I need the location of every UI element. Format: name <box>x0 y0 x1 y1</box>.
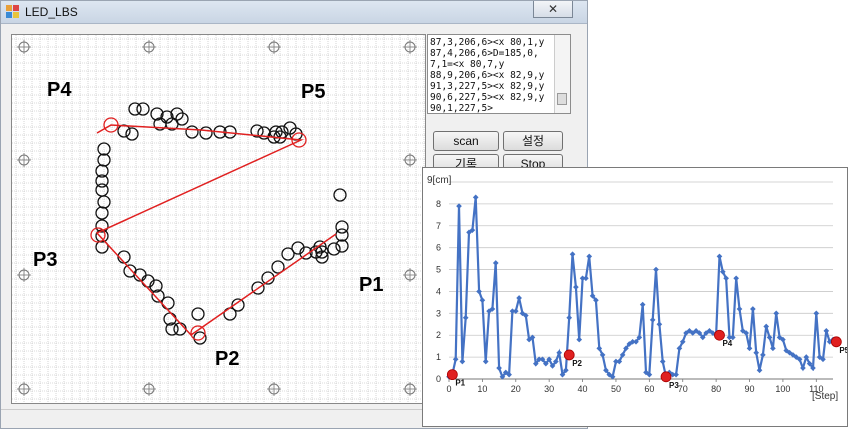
app-icon <box>6 5 19 18</box>
x-tick-label: 40 <box>578 384 588 394</box>
x-tick-label: 90 <box>745 384 755 394</box>
window-title: LED_LBS <box>25 5 78 19</box>
data-point <box>492 260 499 266</box>
data-point <box>773 310 780 317</box>
y-tick-label: 4 <box>436 286 441 296</box>
data-point <box>583 275 589 282</box>
data-point <box>496 365 502 371</box>
waypoint-label: P4 <box>722 339 732 348</box>
title-bar: LED_LBS ✕ <box>1 1 587 24</box>
log-line: 7,1=<x 80,7,y <box>430 59 505 70</box>
data-point <box>823 328 830 334</box>
measurement-circle <box>199 126 213 140</box>
measurement-circle <box>191 307 205 321</box>
data-point <box>653 266 659 273</box>
label-p2: P2 <box>215 348 240 370</box>
data-point <box>770 345 776 352</box>
data-point <box>733 275 739 282</box>
data-point <box>573 284 579 290</box>
data-point <box>576 336 583 343</box>
y-tick-label: 3 <box>436 308 441 318</box>
distance-chart: 0 1 2 3 4 5 6 7 8 0 10 20 30 40 50 60 70 80 90 100 110 9[cm][… <box>422 167 848 427</box>
measurement-circle <box>95 206 109 220</box>
y-tick-label: 2 <box>436 330 441 340</box>
x-tick-label: 50 <box>611 384 621 394</box>
settings-button[interactable]: 설정 <box>503 131 563 151</box>
data-point <box>716 253 723 260</box>
log-line: 87,4,206,6>D=185,0, <box>430 48 539 59</box>
label-p5: P5 <box>301 81 326 103</box>
x-tick-label: 0 <box>446 384 451 394</box>
data-point <box>659 358 666 365</box>
y-tick-label: 8 <box>436 199 441 209</box>
data-point <box>656 321 663 328</box>
scan-button[interactable]: scan <box>433 131 499 151</box>
data-point <box>763 323 770 330</box>
label-p4: P4 <box>47 79 72 101</box>
chart-svg: 0123456780 10 20 30 40 50 60 70 80 90 100 1109[cm][… <box>427 175 847 402</box>
scroll-thumb[interactable] <box>557 93 567 105</box>
data-point <box>482 358 489 365</box>
log-line: 87,3,206,6><x 80,1,y <box>430 37 545 48</box>
log-scrollbar[interactable] <box>554 35 570 113</box>
data-point <box>569 251 576 258</box>
log-line: 91,3,227,5><x 82,9,y <box>430 81 545 92</box>
x-axis-label: [Step] <box>812 391 838 402</box>
x-tick-label: 10 <box>477 384 487 394</box>
y-tick-label: 1 <box>436 352 441 362</box>
log-textbox[interactable]: 87,3,206,6><x 80,1,y 87,4,206,6>D=185,0, 7… <box>427 34 571 114</box>
y-tick-label: 5 <box>436 265 441 275</box>
x-tick-label: 30 <box>544 384 554 394</box>
data-point <box>750 306 756 312</box>
measurement-circle <box>136 102 150 116</box>
x-tick-label: 20 <box>511 384 521 394</box>
log-lines: 87,3,206,6><x 80,1,y 87,4,206,6>D=185,0, 7… <box>430 37 554 113</box>
data-point <box>586 253 593 260</box>
log-line: 90,6,227,5><x 82,9,y <box>430 92 545 103</box>
data-point <box>736 306 743 312</box>
x-tick-label: 70 <box>678 384 688 394</box>
data-point <box>813 310 820 317</box>
x-tick-label: 80 <box>711 384 721 394</box>
log-line: 90,1,227,5> <box>430 103 493 113</box>
data-point <box>639 301 646 308</box>
log-line: 88,9,206,6><x 82,9,y <box>430 70 545 81</box>
data-point <box>753 349 760 356</box>
y-tick-label: 7 <box>436 221 441 231</box>
estimated-path <box>95 124 337 336</box>
data-point <box>556 349 563 356</box>
measurement-circle <box>327 242 341 256</box>
close-button[interactable]: ✕ <box>533 1 573 18</box>
waypoint-label: P1 <box>455 379 465 388</box>
data-point <box>459 358 466 365</box>
waypoint-label: P5 <box>839 346 847 355</box>
data-point <box>746 345 753 352</box>
measurement-circle <box>95 183 109 197</box>
data-point <box>649 317 656 323</box>
waypoint-label: P3 <box>669 381 679 390</box>
data-point <box>479 297 486 304</box>
close-icon: ✕ <box>547 2 559 16</box>
data-point <box>516 295 522 301</box>
data-point <box>756 367 763 374</box>
y-tick-label: 6 <box>436 243 441 253</box>
data-point <box>472 194 479 201</box>
data-point <box>566 314 573 321</box>
y-axis-label: 9[cm] <box>427 175 452 186</box>
waypoint-label: P2 <box>572 359 582 368</box>
distance-series-line <box>448 197 834 380</box>
data-point <box>462 314 469 321</box>
label-p1: P1 <box>359 274 384 296</box>
x-tick-label: 60 <box>644 384 654 394</box>
data-point <box>673 371 679 378</box>
y-tick-label: 0 <box>436 374 441 384</box>
label-p3: P3 <box>33 249 58 271</box>
measurement-circle <box>335 239 349 253</box>
x-tick-label: 100 <box>775 384 790 394</box>
